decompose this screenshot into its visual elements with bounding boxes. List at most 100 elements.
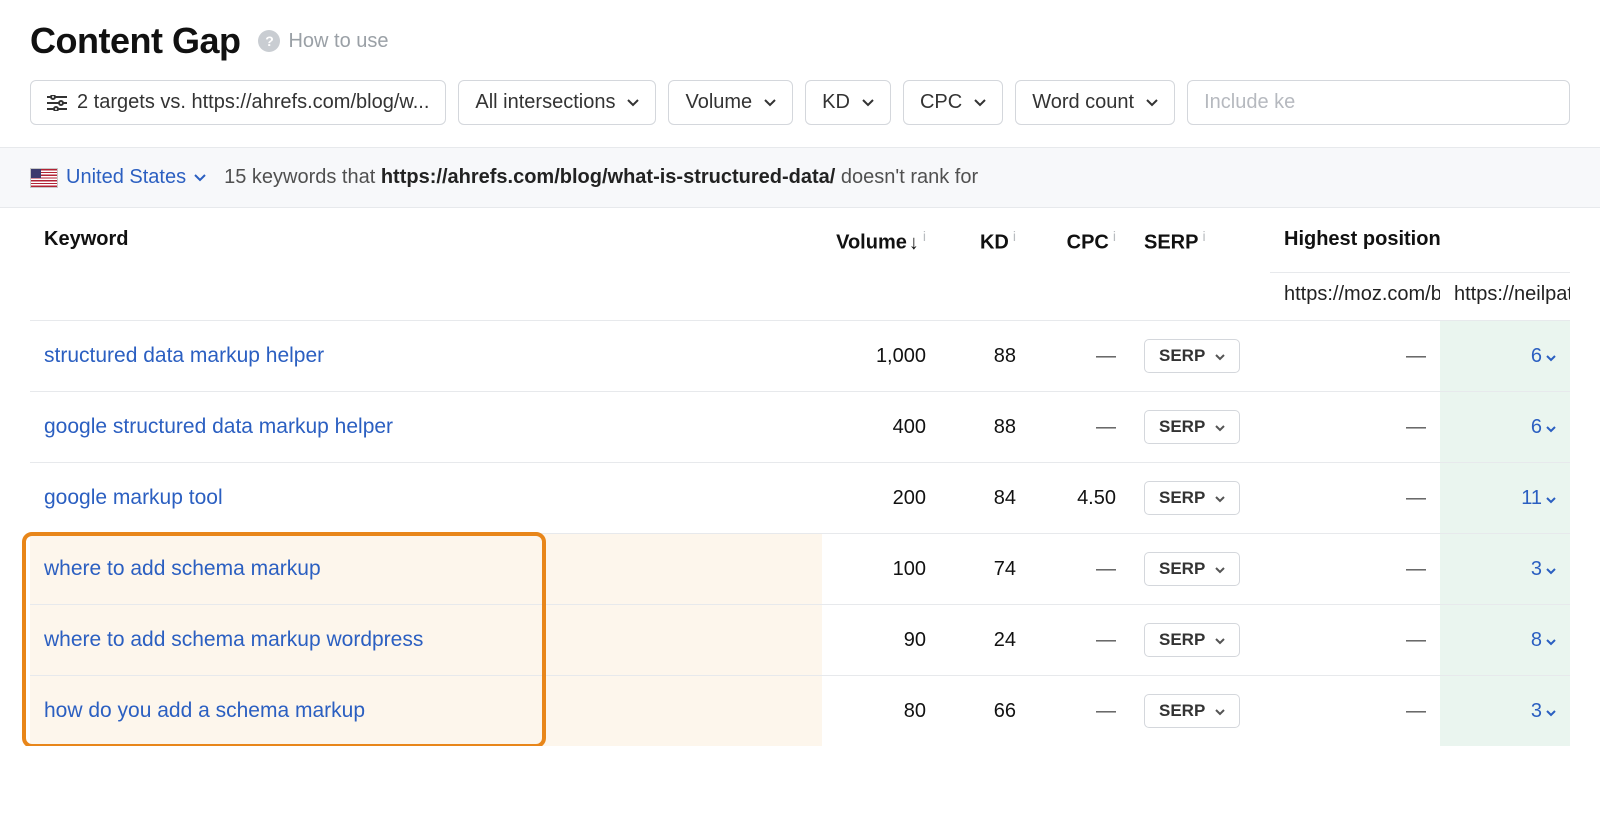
- table-row: google structured data markup helper 4008…: [30, 392, 1570, 463]
- serp-button[interactable]: SERP: [1144, 623, 1240, 657]
- caret-down-icon: [1215, 346, 1225, 366]
- cpc-value: —: [1030, 392, 1130, 463]
- caret-down-icon: [1546, 345, 1556, 368]
- caret-down-icon: [1146, 99, 1158, 107]
- sort-desc-icon: ↓: [909, 232, 919, 254]
- serp-button[interactable]: SERP: [1144, 552, 1240, 586]
- competitor-a-position: —: [1270, 321, 1440, 392]
- include-placeholder: Include ke: [1204, 91, 1295, 114]
- word-count-filter-label: Word count: [1032, 91, 1134, 114]
- table-row: structured data markup helper1,00088—SER…: [30, 321, 1570, 392]
- cpc-value: —: [1030, 605, 1130, 676]
- table-row: google markup tool 200844.50 SERP —11: [30, 463, 1570, 534]
- kd-filter[interactable]: KD: [805, 80, 891, 125]
- kd-value: 74: [940, 534, 1030, 605]
- kd-value: 88: [940, 392, 1030, 463]
- volume-filter[interactable]: Volume: [668, 80, 793, 125]
- targets-filter-label: 2 targets vs. https://ahrefs.com/blog/w.…: [77, 91, 429, 114]
- keyword-link[interactable]: google structured data markup helper: [44, 415, 393, 438]
- col-keyword[interactable]: Keyword: [30, 208, 822, 273]
- cpc-value: —: [1030, 676, 1130, 747]
- intersections-filter[interactable]: All intersections: [458, 80, 656, 125]
- kd-value: 84: [940, 463, 1030, 534]
- competitor-a-position: —: [1270, 605, 1440, 676]
- sliders-icon: [47, 95, 67, 111]
- col-serp[interactable]: SERPi: [1130, 208, 1270, 273]
- keyword-link[interactable]: structured data markup helper: [44, 344, 324, 367]
- competitor-b-position[interactable]: 6: [1440, 392, 1570, 463]
- caret-down-icon: [1215, 630, 1225, 650]
- table-row: where to add schema markup10074—SERP —3: [30, 534, 1570, 605]
- kd-value: 24: [940, 605, 1030, 676]
- competitor-a-position: —: [1270, 463, 1440, 534]
- how-to-use-link[interactable]: ? How to use: [258, 30, 388, 53]
- caret-down-icon: [1215, 559, 1225, 579]
- caret-down-icon: [1215, 417, 1225, 437]
- info-icon[interactable]: i: [1113, 228, 1116, 244]
- volume-value: 90: [822, 605, 940, 676]
- competitor-b-position[interactable]: 11: [1440, 463, 1570, 534]
- competitor-a-position: —: [1270, 392, 1440, 463]
- keyword-link[interactable]: google markup tool: [44, 486, 223, 509]
- cpc-value: —: [1030, 321, 1130, 392]
- cpc-value: —: [1030, 534, 1130, 605]
- word-count-filter[interactable]: Word count: [1015, 80, 1175, 125]
- table-row: how do you add a schema markup8066—SERP …: [30, 676, 1570, 747]
- caret-down-icon: [862, 99, 874, 107]
- kd-filter-label: KD: [822, 91, 850, 114]
- caret-down-icon: [1215, 488, 1225, 508]
- competitor-a-position: —: [1270, 534, 1440, 605]
- kd-value: 88: [940, 321, 1030, 392]
- keywords-table: Keyword Volume↓i KDi CPCi SERPi Highest …: [30, 208, 1570, 746]
- competitor-a-position: —: [1270, 676, 1440, 747]
- info-icon[interactable]: i: [1202, 228, 1205, 244]
- col-volume[interactable]: Volume↓i: [822, 208, 940, 273]
- volume-value: 1,000: [822, 321, 940, 392]
- col-highest-position: Highest position: [1270, 208, 1570, 273]
- competitor-a-header[interactable]: https://moz.com/blo: [1270, 273, 1440, 321]
- volume-value: 100: [822, 534, 940, 605]
- caret-down-icon: [1546, 416, 1556, 439]
- volume-value: 200: [822, 463, 940, 534]
- competitor-b-position[interactable]: 3: [1440, 534, 1570, 605]
- caret-down-icon: [194, 174, 206, 182]
- keyword-link[interactable]: where to add schema markup: [44, 557, 321, 580]
- info-icon[interactable]: i: [923, 228, 926, 244]
- caret-down-icon: [764, 99, 776, 107]
- serp-button[interactable]: SERP: [1144, 410, 1240, 444]
- intersections-label: All intersections: [475, 91, 615, 114]
- volume-value: 80: [822, 676, 940, 747]
- flag-icon-us: [30, 168, 58, 188]
- cpc-value: 4.50: [1030, 463, 1130, 534]
- kd-value: 66: [940, 676, 1030, 747]
- serp-button[interactable]: SERP: [1144, 339, 1240, 373]
- serp-button[interactable]: SERP: [1144, 481, 1240, 515]
- competitor-b-position[interactable]: 8: [1440, 605, 1570, 676]
- competitor-b-position[interactable]: 6: [1440, 321, 1570, 392]
- include-keywords-input[interactable]: Include ke: [1187, 80, 1570, 125]
- info-icon[interactable]: i: [1013, 228, 1016, 244]
- col-kd[interactable]: KDi: [940, 208, 1030, 273]
- summary-bar: United States 15 keywords that https://a…: [0, 147, 1600, 208]
- caret-down-icon: [1215, 701, 1225, 721]
- caret-down-icon: [627, 99, 639, 107]
- cpc-filter-label: CPC: [920, 91, 962, 114]
- caret-down-icon: [974, 99, 986, 107]
- targets-filter[interactable]: 2 targets vs. https://ahrefs.com/blog/w.…: [30, 80, 446, 125]
- volume-filter-label: Volume: [685, 91, 752, 114]
- page-title: Content Gap: [30, 20, 240, 62]
- cpc-filter[interactable]: CPC: [903, 80, 1003, 125]
- country-selector[interactable]: United States: [30, 166, 206, 189]
- table-row: where to add schema markup wordpress 9024…: [30, 605, 1570, 676]
- keyword-link[interactable]: how do you add a schema markup: [44, 699, 365, 722]
- serp-button[interactable]: SERP: [1144, 694, 1240, 728]
- caret-down-icon: [1546, 700, 1556, 723]
- competitor-b-header[interactable]: https://neilpat: [1440, 273, 1570, 321]
- col-cpc[interactable]: CPCi: [1030, 208, 1130, 273]
- caret-down-icon: [1546, 487, 1556, 510]
- volume-value: 400: [822, 392, 940, 463]
- competitor-b-position[interactable]: 3: [1440, 676, 1570, 747]
- keyword-link[interactable]: where to add schema markup wordpress: [44, 628, 423, 651]
- country-label: United States: [66, 166, 186, 189]
- caret-down-icon: [1546, 558, 1556, 581]
